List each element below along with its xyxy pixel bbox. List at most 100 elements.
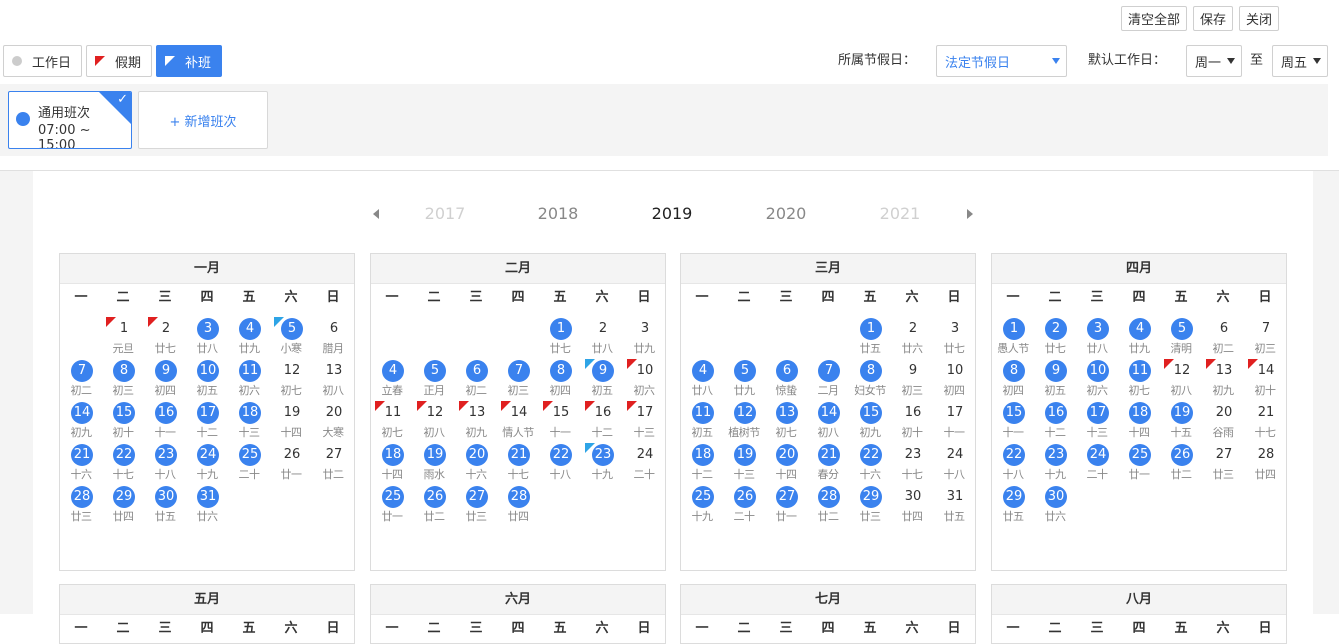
calendar-day[interactable]: 9 初五 (1034, 359, 1076, 401)
calendar-day[interactable]: 20 大寒 (312, 401, 354, 443)
calendar-day[interactable]: 18 十四 (371, 443, 413, 485)
calendar-day[interactable]: 13 初八 (312, 359, 354, 401)
calendar-day[interactable]: 23 十九 (1034, 443, 1076, 485)
calendar-day[interactable]: 16 十二 (1034, 401, 1076, 443)
calendar-day[interactable]: 19 十五 (1160, 401, 1202, 443)
calendar-day[interactable]: 14 初八 (807, 401, 849, 443)
calendar-day[interactable]: 1 廿七 (539, 317, 581, 359)
calendar-day[interactable]: 27 廿三 (1202, 443, 1244, 485)
calendar-day[interactable]: 21 十六 (60, 443, 102, 485)
calendar-day[interactable]: 7 初三 (1244, 317, 1286, 359)
workday-to-select[interactable]: 周五 (1272, 45, 1328, 77)
calendar-day[interactable]: 5 廿九 (723, 359, 765, 401)
calendar-day[interactable]: 31 廿六 (186, 485, 228, 527)
clear-all-button[interactable]: 清空全部 (1120, 6, 1187, 31)
calendar-day[interactable]: 4 廿九 (228, 317, 270, 359)
calendar-day[interactable]: 14 初十 (1244, 359, 1286, 401)
shift-card-general[interactable]: ✓ 通用班次 07:00 ~ 15:00 (8, 91, 132, 149)
calendar-day[interactable]: 21 十七 (1244, 401, 1286, 443)
calendar-day[interactable]: 30 廿四 (891, 485, 933, 527)
calendar-day[interactable]: 24 十八 (933, 443, 975, 485)
calendar-day[interactable]: 5 正月 (413, 359, 455, 401)
calendar-day[interactable]: 14 情人节 (497, 401, 539, 443)
calendar-day[interactable]: 5 小寒 (270, 317, 312, 359)
calendar-day[interactable]: 8 初四 (992, 359, 1034, 401)
holiday-category-select[interactable]: 法定节假日 (936, 45, 1067, 77)
calendar-day[interactable]: 20 谷雨 (1202, 401, 1244, 443)
calendar-day[interactable]: 24 十九 (186, 443, 228, 485)
calendar-day[interactable]: 11 初七 (371, 401, 413, 443)
calendar-day[interactable]: 1 愚人节 (992, 317, 1034, 359)
calendar-day[interactable]: 9 初四 (144, 359, 186, 401)
calendar-day[interactable]: 7 初三 (497, 359, 539, 401)
calendar-day[interactable]: 22 十八 (992, 443, 1034, 485)
calendar-day[interactable]: 16 十二 (581, 401, 623, 443)
calendar-day[interactable]: 28 廿二 (807, 485, 849, 527)
calendar-day[interactable]: 29 廿四 (102, 485, 144, 527)
calendar-day[interactable]: 27 廿三 (455, 485, 497, 527)
holiday-type-button[interactable]: 假期 (86, 45, 152, 77)
calendar-day[interactable]: 3 廿七 (933, 317, 975, 359)
calendar-day[interactable]: 21 十七 (497, 443, 539, 485)
calendar-day[interactable]: 25 廿一 (1118, 443, 1160, 485)
calendar-day[interactable]: 3 廿九 (623, 317, 665, 359)
calendar-day[interactable]: 27 廿一 (765, 485, 807, 527)
workday-from-select[interactable]: 周一 (1186, 45, 1242, 77)
calendar-day[interactable]: 19 十三 (723, 443, 765, 485)
calendar-day[interactable]: 6 初二 (455, 359, 497, 401)
calendar-day[interactable]: 7 二月 (807, 359, 849, 401)
calendar-day[interactable]: 20 十四 (765, 443, 807, 485)
calendar-day[interactable]: 13 初九 (455, 401, 497, 443)
calendar-day[interactable]: 10 初五 (186, 359, 228, 401)
calendar-day[interactable]: 15 十一 (539, 401, 581, 443)
calendar-day[interactable]: 26 廿二 (1160, 443, 1202, 485)
calendar-day[interactable]: 17 十一 (933, 401, 975, 443)
calendar-day[interactable]: 12 初七 (270, 359, 312, 401)
calendar-day[interactable]: 18 十二 (681, 443, 723, 485)
makeup-type-button[interactable]: 补班 (156, 45, 222, 77)
calendar-day[interactable]: 20 十六 (455, 443, 497, 485)
calendar-day[interactable]: 19 十四 (270, 401, 312, 443)
calendar-day[interactable]: 28 廿四 (1244, 443, 1286, 485)
calendar-day[interactable]: 9 初三 (891, 359, 933, 401)
calendar-day[interactable]: 23 十八 (144, 443, 186, 485)
calendar-day[interactable]: 23 十九 (581, 443, 623, 485)
calendar-day[interactable]: 14 初九 (60, 401, 102, 443)
year-item-current[interactable]: 2019 (642, 204, 702, 223)
calendar-day[interactable]: 12 初八 (1160, 359, 1202, 401)
calendar-day[interactable]: 11 初七 (1118, 359, 1160, 401)
calendar-day[interactable]: 29 廿三 (849, 485, 891, 527)
calendar-day[interactable]: 5 清明 (1160, 317, 1202, 359)
calendar-day[interactable]: 26 廿二 (413, 485, 455, 527)
calendar-day[interactable]: 3 廿八 (186, 317, 228, 359)
calendar-day[interactable]: 25 廿一 (371, 485, 413, 527)
year-item[interactable]: 2020 (756, 204, 816, 223)
calendar-day[interactable]: 4 廿九 (1118, 317, 1160, 359)
calendar-day[interactable]: 27 廿二 (312, 443, 354, 485)
calendar-day[interactable]: 6 腊月 (312, 317, 354, 359)
calendar-day[interactable]: 10 初四 (933, 359, 975, 401)
calendar-day[interactable]: 2 廿八 (581, 317, 623, 359)
calendar-day[interactable]: 13 初九 (1202, 359, 1244, 401)
calendar-day[interactable]: 4 立春 (371, 359, 413, 401)
calendar-day[interactable]: 17 十二 (186, 401, 228, 443)
calendar-day[interactable]: 25 十九 (681, 485, 723, 527)
calendar-day[interactable]: 28 廿四 (497, 485, 539, 527)
calendar-day[interactable]: 24 二十 (1076, 443, 1118, 485)
calendar-day[interactable]: 15 初九 (849, 401, 891, 443)
calendar-day[interactable]: 13 初七 (765, 401, 807, 443)
add-shift-button[interactable]: + 新增班次 (138, 91, 268, 149)
calendar-day[interactable]: 6 初二 (1202, 317, 1244, 359)
year-item[interactable]: 2021 (870, 204, 930, 223)
calendar-day[interactable]: 19 雨水 (413, 443, 455, 485)
calendar-day[interactable]: 26 廿一 (270, 443, 312, 485)
calendar-day[interactable]: 22 十八 (539, 443, 581, 485)
calendar-day[interactable]: 16 十一 (144, 401, 186, 443)
workday-type-button[interactable]: 工作日 (3, 45, 82, 77)
calendar-day[interactable]: 8 妇女节 (849, 359, 891, 401)
calendar-day[interactable]: 10 初六 (623, 359, 665, 401)
calendar-day[interactable]: 8 初三 (102, 359, 144, 401)
calendar-day[interactable]: 24 二十 (623, 443, 665, 485)
calendar-day[interactable]: 2 廿七 (144, 317, 186, 359)
calendar-day[interactable]: 17 十三 (1076, 401, 1118, 443)
